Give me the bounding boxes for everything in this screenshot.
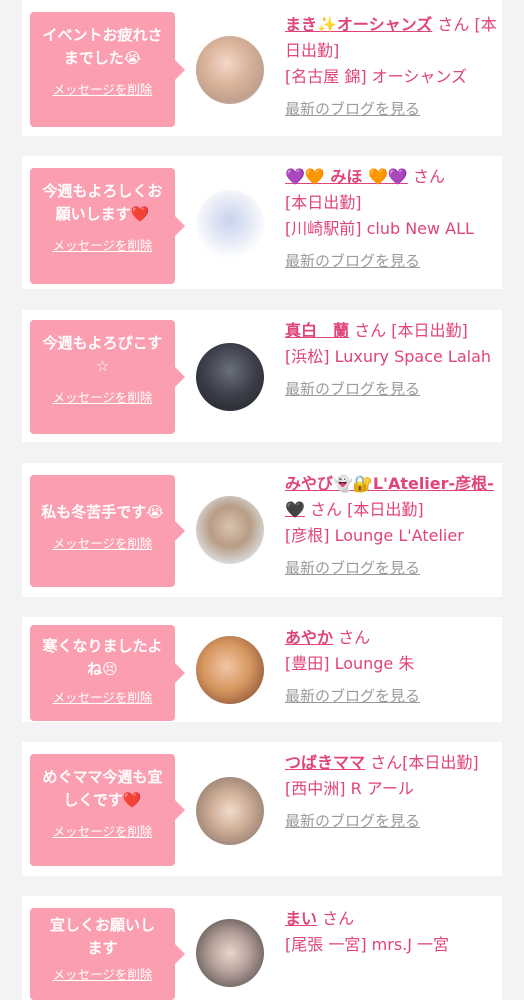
shop-text: [尾張 一宮] mrs.J 一宮 bbox=[285, 935, 450, 954]
latest-blog-link[interactable]: 最新のブログを見る bbox=[285, 98, 497, 119]
message-bubble: 今週もよろしくお願いします❤️ メッセージを削除 bbox=[30, 168, 185, 284]
avatar[interactable] bbox=[196, 919, 264, 987]
latest-blog-link[interactable]: 最新のブログを見る bbox=[285, 250, 497, 271]
cast-info: あやか さん [豊田] Lounge 朱 最新のブログを見る bbox=[285, 625, 497, 706]
honorific: さん bbox=[437, 15, 470, 34]
honorific: さん bbox=[412, 167, 445, 186]
delete-message-link[interactable]: メッセージを削除 bbox=[36, 964, 169, 983]
avatar[interactable] bbox=[196, 777, 264, 845]
message-card: めぐママ今週も宜しくです❤️ メッセージを削除 つばきママ さん[本日出勤] [… bbox=[22, 742, 502, 876]
delete-message-link[interactable]: メッセージを削除 bbox=[36, 821, 169, 840]
delete-message-link[interactable]: メッセージを削除 bbox=[36, 533, 169, 552]
avatar[interactable] bbox=[196, 36, 264, 104]
latest-blog-link[interactable]: 最新のブログを見る bbox=[285, 810, 497, 831]
message-card: 今週もよろぴこす☆ メッセージを削除 真白 蘭 さん [本日出勤] [浜松] L… bbox=[22, 310, 502, 442]
message-text: めぐママ今週も宜しくです❤️ bbox=[42, 768, 163, 809]
honorific: さん bbox=[310, 500, 343, 519]
cast-info: 真白 蘭 さん [本日出勤] [浜松] Luxury Space Lalah 最… bbox=[285, 318, 497, 399]
message-text: 寒くなりましたよね😣 bbox=[42, 637, 163, 678]
message-card: 寒くなりましたよね😣 メッセージを削除 あやか さん [豊田] Lounge 朱… bbox=[22, 617, 502, 722]
delete-message-link[interactable]: メッセージを削除 bbox=[36, 387, 169, 406]
latest-blog-link[interactable]: 最新のブログを見る bbox=[285, 685, 497, 706]
message-text: イベントお疲れさまでした😭 bbox=[42, 26, 163, 67]
message-text: 今週もよろぴこす☆ bbox=[42, 334, 163, 375]
cast-name-link[interactable]: あやか bbox=[285, 628, 333, 647]
status-text: [本日出勤] bbox=[402, 753, 479, 772]
delete-message-link[interactable]: メッセージを削除 bbox=[36, 79, 169, 98]
message-card: 今週もよろしくお願いします❤️ メッセージを削除 💜🧡 みほ 🧡💜 さん [本日… bbox=[22, 156, 502, 289]
shop-text: [豊田] Lounge 朱 bbox=[285, 654, 415, 673]
honorific: さん bbox=[338, 628, 371, 647]
message-bubble: イベントお疲れさまでした😭 メッセージを削除 bbox=[30, 12, 185, 127]
shop-text: [川崎駅前] club New ALL bbox=[285, 219, 474, 238]
message-card: イベントお疲れさまでした😭 メッセージを削除 まき✨オーシャンズ さん [本日出… bbox=[22, 0, 502, 136]
cast-info: みやび👻🔐L'Atelier-彦根-🖤 さん [本日出勤] [彦根] Loung… bbox=[285, 471, 497, 578]
honorific: さん bbox=[354, 321, 387, 340]
cast-info: まい さん [尾張 一宮] mrs.J 一宮 bbox=[285, 906, 497, 958]
message-bubble: 寒くなりましたよね😣 メッセージを削除 bbox=[30, 625, 185, 721]
message-card: 宜しくお願いします メッセージを削除 まい さん [尾張 一宮] mrs.J 一… bbox=[22, 896, 502, 1000]
shop-text: [浜松] Luxury Space Lalah bbox=[285, 347, 492, 366]
message-bubble: めぐママ今週も宜しくです❤️ メッセージを削除 bbox=[30, 754, 185, 866]
shop-text: [名古屋 錦] オーシャンズ bbox=[285, 67, 468, 86]
cast-name-link[interactable]: 真白 蘭 bbox=[285, 321, 349, 340]
avatar[interactable] bbox=[196, 343, 264, 411]
status-text: [本日出勤] bbox=[391, 321, 468, 340]
avatar[interactable] bbox=[196, 496, 264, 564]
honorific: さん bbox=[370, 753, 403, 772]
delete-message-link[interactable]: メッセージを削除 bbox=[36, 235, 169, 254]
latest-blog-link[interactable]: 最新のブログを見る bbox=[285, 557, 497, 578]
status-text: [本日出勤] bbox=[285, 193, 362, 212]
avatar[interactable] bbox=[196, 636, 264, 704]
message-card: 私も冬苦手です😭 メッセージを削除 みやび👻🔐L'Atelier-彦根-🖤 さん… bbox=[22, 463, 502, 597]
message-text: 宜しくお願いします bbox=[49, 916, 155, 957]
cast-name-link[interactable]: 💜🧡 みほ 🧡💜 bbox=[285, 167, 408, 186]
shop-text: [西中洲] R アール bbox=[285, 779, 414, 798]
message-text: 私も冬苦手です😭 bbox=[41, 503, 164, 521]
cast-info: 💜🧡 みほ 🧡💜 さん [本日出勤] [川崎駅前] club New ALL 最… bbox=[285, 164, 497, 271]
honorific: さん bbox=[322, 909, 355, 928]
message-text: 今週もよろしくお願いします❤️ bbox=[42, 182, 163, 223]
avatar[interactable] bbox=[196, 190, 264, 258]
cast-info: つばきママ さん[本日出勤] [西中洲] R アール 最新のブログを見る bbox=[285, 750, 497, 831]
delete-message-link[interactable]: メッセージを削除 bbox=[36, 687, 169, 706]
message-bubble: 今週もよろぴこす☆ メッセージを削除 bbox=[30, 320, 185, 434]
latest-blog-link[interactable]: 最新のブログを見る bbox=[285, 378, 497, 399]
cast-name-link[interactable]: まい bbox=[285, 909, 317, 928]
message-bubble: 私も冬苦手です😭 メッセージを削除 bbox=[30, 475, 185, 587]
cast-info: まき✨オーシャンズ さん [本日出勤] [名古屋 錦] オーシャンズ 最新のブロ… bbox=[285, 12, 497, 119]
cast-name-link[interactable]: まき✨オーシャンズ bbox=[285, 15, 432, 34]
message-bubble: 宜しくお願いします メッセージを削除 bbox=[30, 908, 185, 1000]
shop-text: [彦根] Lounge L'Atelier bbox=[285, 526, 464, 545]
cast-name-link[interactable]: つばきママ bbox=[285, 753, 365, 772]
status-text: [本日出勤] bbox=[347, 500, 424, 519]
